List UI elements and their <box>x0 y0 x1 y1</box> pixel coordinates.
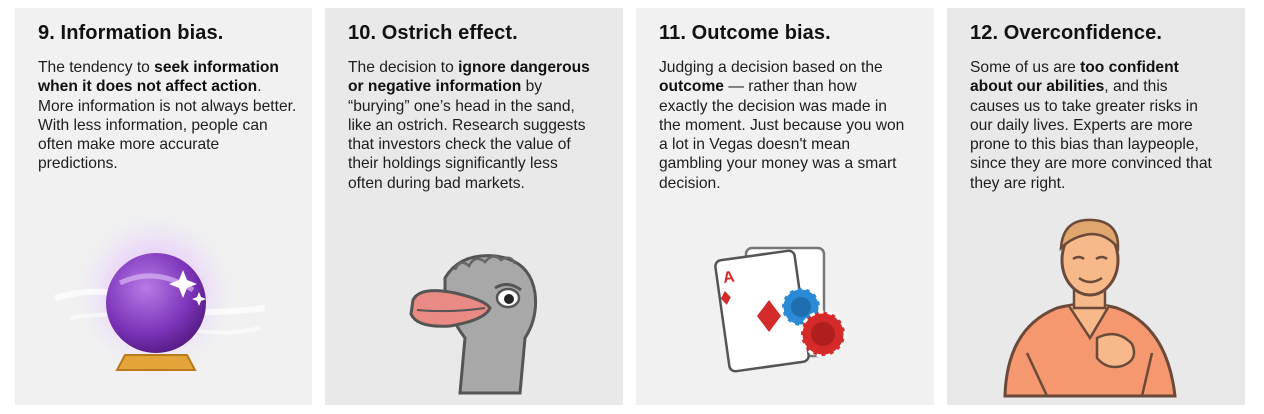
card-ostrich-effect: 10. Ostrich effect. The decision to igno… <box>325 8 623 405</box>
confident-man-icon <box>1003 218 1177 398</box>
playing-card-chips-icon: A <box>714 246 847 373</box>
card-overconfidence: 12. Overconfidence. Some of us are too c… <box>947 8 1245 405</box>
card-outcome-bias: 11. Outcome bias. Judging a decision bas… <box>636 8 934 405</box>
crystal-ball-icon <box>54 208 266 378</box>
ostrich-icon <box>409 254 537 395</box>
card-information-bias: 9. Information bias. The tendency to see… <box>15 8 312 405</box>
